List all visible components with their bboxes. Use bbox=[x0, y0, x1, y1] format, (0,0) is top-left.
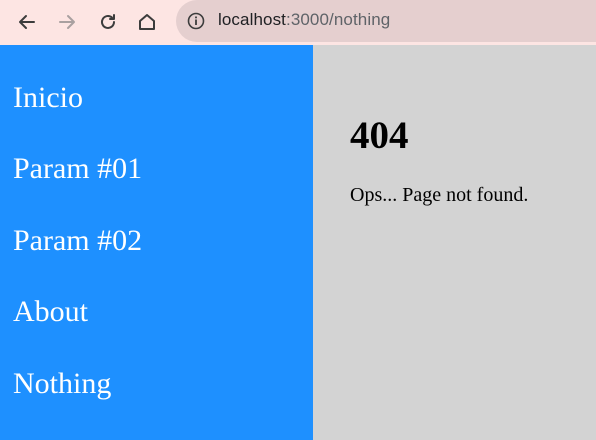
sidebar-item-inicio[interactable]: Inicio bbox=[13, 83, 83, 113]
home-icon[interactable] bbox=[134, 9, 160, 35]
url-host: localhost bbox=[218, 10, 286, 29]
sidebar-item-about[interactable]: About bbox=[13, 297, 88, 327]
sidebar-item-nothing[interactable]: Nothing bbox=[13, 369, 111, 399]
forward-arrow-icon[interactable] bbox=[54, 9, 80, 35]
error-code-heading: 404 bbox=[350, 114, 409, 157]
browser-toolbar: localhost:3000/nothing bbox=[0, 0, 596, 45]
sidebar-item-param-02[interactable]: Param #02 bbox=[13, 226, 142, 256]
sidebar-item-param-01[interactable]: Param #01 bbox=[13, 154, 142, 184]
info-icon[interactable] bbox=[186, 11, 206, 31]
back-arrow-icon[interactable] bbox=[14, 9, 40, 35]
address-bar[interactable]: localhost:3000/nothing bbox=[176, 0, 596, 42]
error-message: Ops... Page not found. bbox=[350, 184, 529, 206]
main-content: 404 Ops... Page not found. bbox=[313, 45, 596, 440]
url-text[interactable]: localhost:3000/nothing bbox=[218, 10, 390, 30]
sidebar: Inicio Param #01 Param #02 About Nothing bbox=[0, 45, 313, 440]
reload-icon[interactable] bbox=[95, 9, 121, 35]
url-path: :3000/nothing bbox=[286, 10, 391, 29]
